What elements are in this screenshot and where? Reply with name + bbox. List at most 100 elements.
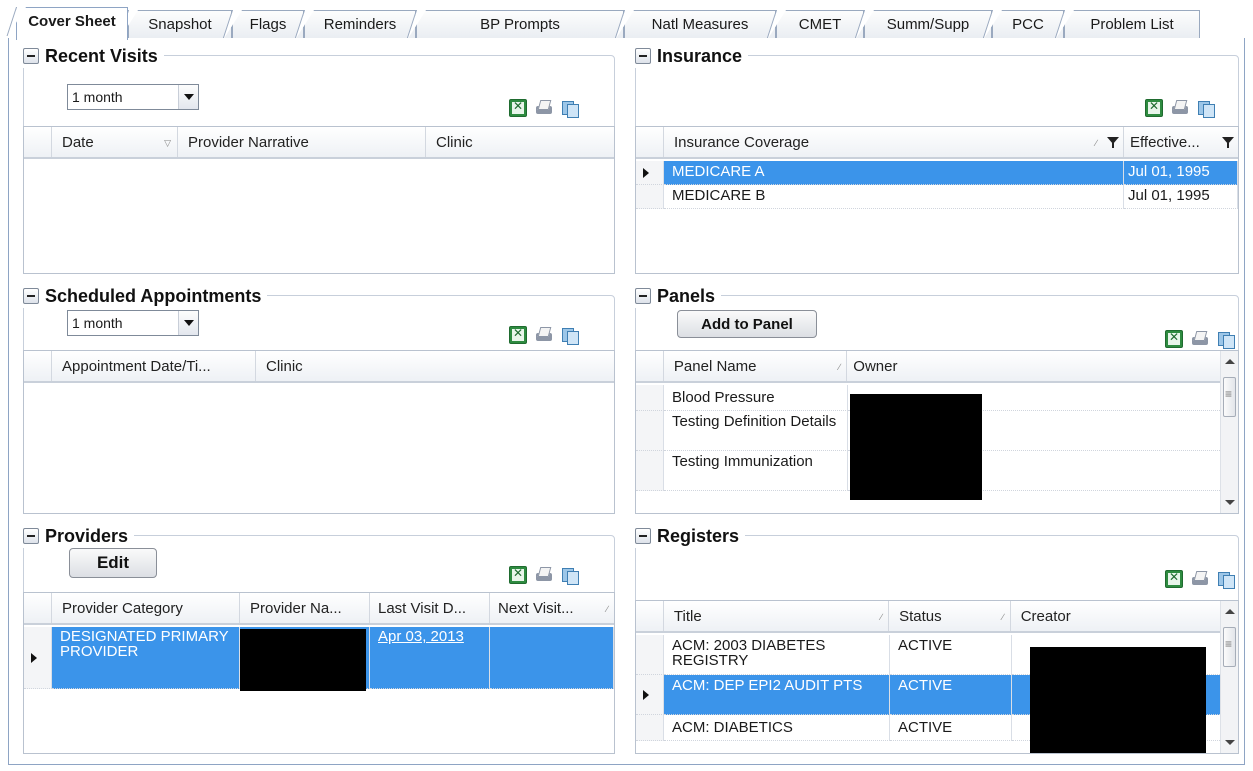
copy-icon[interactable]	[1217, 570, 1235, 589]
tab-bp-prompts[interactable]: BP Prompts	[416, 10, 624, 39]
sort-icon: ∕	[880, 612, 883, 622]
next-visit-cell	[490, 627, 614, 689]
panel-name-cell: Testing Immunization	[664, 451, 848, 491]
copy-icon[interactable]	[561, 326, 579, 345]
scroll-thumb[interactable]	[1223, 377, 1236, 417]
collapse-icon[interactable]	[23, 288, 39, 304]
filter-icon[interactable]	[1222, 137, 1234, 149]
tab-cmet[interactable]: CMET	[776, 10, 864, 39]
collapse-icon[interactable]	[23, 528, 39, 544]
chevron-down-icon[interactable]	[178, 311, 198, 335]
tab-problem-list[interactable]: Problem List	[1064, 10, 1200, 39]
table-row[interactable]: MEDICARE A Jul 01, 1995	[636, 161, 1238, 185]
effective-cell: Jul 01, 1995	[1124, 161, 1238, 185]
excel-export-icon[interactable]	[1165, 570, 1183, 588]
register-status-cell: ACTIVE	[890, 675, 1012, 715]
panels-scrollbar[interactable]	[1220, 351, 1238, 513]
collapse-icon[interactable]	[635, 528, 651, 544]
panels-title: Panels	[657, 285, 716, 306]
last-visit-cell[interactable]: Apr 03, 2013	[370, 627, 490, 689]
insurance-panel: Insurance Insurance Coverage∕ Effective.…	[635, 44, 1239, 274]
scroll-down-icon[interactable]	[1225, 740, 1235, 745]
print-icon[interactable]	[535, 99, 553, 117]
print-icon[interactable]	[535, 566, 553, 584]
tab-pcc[interactable]: PCC	[992, 10, 1064, 39]
col-next-visit[interactable]: Next Visit... ∕	[490, 593, 614, 623]
recent-visits-range-select[interactable]: 1 month	[67, 84, 199, 110]
copy-icon[interactable]	[561, 566, 579, 585]
appointments-grid: Appointment Date/Ti... Clinic	[23, 350, 615, 514]
row-selector-arrow-icon	[643, 689, 649, 700]
col-creator[interactable]: Creator	[1011, 601, 1220, 631]
coverage-cell: MEDICARE A	[664, 161, 1124, 185]
copy-icon[interactable]	[1217, 330, 1235, 349]
print-icon[interactable]	[1191, 570, 1209, 588]
excel-export-icon[interactable]	[509, 566, 527, 584]
last-visit-link[interactable]: Apr 03, 2013	[378, 628, 464, 645]
grid-header: Panel Name ∕ Owner	[636, 351, 1220, 383]
tab-summ-supp[interactable]: Summ/Supp	[864, 10, 992, 39]
registers-scrollbar[interactable]	[1220, 601, 1238, 753]
sort-icon: ∕	[1095, 138, 1097, 148]
col-provider-narrative[interactable]: Provider Narrative	[178, 127, 426, 157]
table-row[interactable]: MEDICARE B Jul 01, 1995	[636, 185, 1238, 209]
tab-snapshot[interactable]: Snapshot	[128, 10, 232, 39]
col-effective[interactable]: Effective...	[1124, 127, 1238, 157]
appointments-range-select[interactable]: 1 month	[67, 310, 199, 336]
collapse-icon[interactable]	[23, 48, 39, 64]
collapse-icon[interactable]	[635, 48, 651, 64]
appointments-tools	[509, 326, 579, 345]
register-title-cell: ACM: DIABETICS	[664, 715, 890, 741]
col-provider-name[interactable]: Provider Na...	[240, 593, 370, 623]
scroll-up-icon[interactable]	[1225, 359, 1235, 364]
col-insurance-coverage[interactable]: Insurance Coverage ∕	[664, 127, 1124, 157]
scheduled-appointments-panel: Scheduled Appointments 1 month Appointme…	[23, 284, 615, 514]
effective-cell: Jul 01, 1995	[1124, 185, 1238, 209]
copy-icon[interactable]	[561, 99, 579, 118]
col-clinic[interactable]: Clinic	[426, 127, 614, 157]
sort-icon: ∕	[838, 362, 841, 372]
col-clinic[interactable]: Clinic	[256, 351, 614, 381]
providers-grid: Provider Category Provider Na... Last Vi…	[23, 592, 615, 754]
providers-header: Providers	[23, 524, 135, 548]
add-to-panel-button[interactable]: Add to Panel	[677, 310, 817, 338]
col-panel-name[interactable]: Panel Name ∕	[664, 351, 848, 381]
print-icon[interactable]	[1191, 330, 1209, 348]
col-status[interactable]: Status ∕	[889, 601, 1011, 631]
panels-panel: Panels Add to Panel Panel Name∕ Owner Bl…	[635, 284, 1239, 514]
excel-export-icon[interactable]	[1165, 330, 1183, 348]
tab-cover-sheet[interactable]: Cover Sheet	[16, 7, 128, 40]
row-selector-arrow-icon	[643, 167, 649, 178]
scroll-up-icon[interactable]	[1225, 609, 1235, 614]
cover-sheet-content: Recent Visits 1 month Date▽ Provider Nar…	[8, 38, 1245, 765]
excel-export-icon[interactable]	[1145, 99, 1163, 117]
sort-icon: ▽	[164, 138, 171, 148]
print-icon[interactable]	[535, 326, 553, 344]
filter-icon[interactable]	[1107, 137, 1119, 149]
excel-export-icon[interactable]	[509, 326, 527, 344]
col-last-visit[interactable]: Last Visit D...	[370, 593, 490, 623]
tab-strip: Cover Sheet Snapshot Flags Reminders BP …	[8, 6, 1245, 40]
chevron-down-icon[interactable]	[178, 85, 198, 109]
scroll-thumb[interactable]	[1223, 627, 1236, 667]
col-provider-category[interactable]: Provider Category	[52, 593, 240, 623]
registers-title: Registers	[657, 525, 740, 546]
col-date[interactable]: Date ▽	[52, 127, 178, 157]
register-title-cell: ACM: 2003 DIABETES REGISTRY	[664, 635, 890, 675]
insurance-title: Insurance	[657, 45, 743, 66]
tab-natl-measures[interactable]: Natl Measures	[624, 10, 776, 39]
edit-providers-button[interactable]: Edit	[69, 548, 157, 578]
tab-flags[interactable]: Flags	[232, 10, 304, 39]
col-appointment-date[interactable]: Appointment Date/Ti...	[52, 351, 256, 381]
insurance-header: Insurance	[635, 44, 749, 68]
col-owner[interactable]: Owner	[847, 351, 1220, 381]
col-title[interactable]: Title ∕	[664, 601, 890, 631]
registers-header: Registers	[635, 524, 746, 548]
excel-export-icon[interactable]	[509, 99, 527, 117]
print-icon[interactable]	[1171, 99, 1189, 117]
redacted-provider-name	[240, 629, 366, 691]
scroll-down-icon[interactable]	[1225, 500, 1235, 505]
tab-reminders[interactable]: Reminders	[304, 10, 416, 39]
collapse-icon[interactable]	[635, 288, 651, 304]
copy-icon[interactable]	[1197, 99, 1215, 118]
